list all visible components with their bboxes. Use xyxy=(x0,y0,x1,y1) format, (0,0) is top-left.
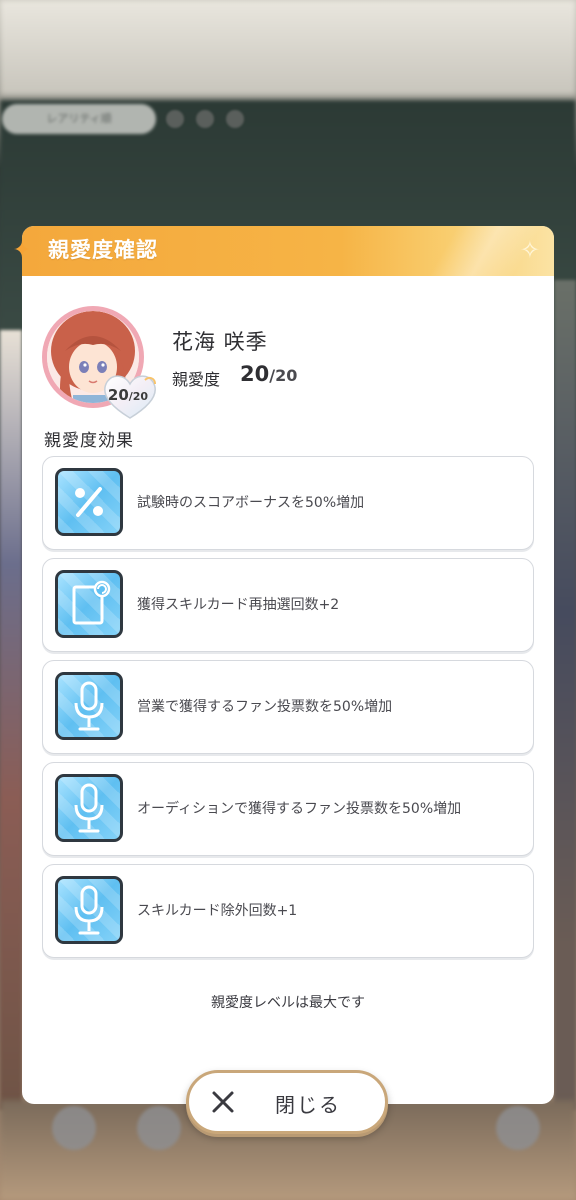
effect-text: スキルカード除外回数+1 xyxy=(137,903,298,919)
effect-card: 試験時のスコアボーナスを50%増加 xyxy=(42,456,534,550)
effect-card: オーディションで獲得するファン投票数を50%増加 xyxy=(42,762,534,856)
background-dot xyxy=(226,110,244,128)
sort-pill-label: レアリティ順 xyxy=(46,112,112,125)
background-right-strip xyxy=(554,280,576,1110)
sparkle-icon: ✧ xyxy=(519,236,540,264)
effect-card: 獲得スキルカード再抽選回数+2 xyxy=(42,558,534,652)
effect-text: オーディションで獲得するファン投票数を50%増加 xyxy=(137,801,462,817)
background-left-strip xyxy=(0,330,22,1110)
max-level-note: 親愛度レベルは最大です xyxy=(211,995,365,1011)
background-top-area xyxy=(0,0,576,95)
microphone-icon xyxy=(55,774,123,842)
affection-badge-text: 20/20 xyxy=(101,386,155,404)
home-icon xyxy=(52,1106,96,1150)
power-icon xyxy=(137,1106,181,1150)
effect-text: 獲得スキルカード再抽選回数+2 xyxy=(137,597,340,613)
affection-dialog: 親愛度確認 ✧ ✦ 20/20 花海 咲季 親愛度 20/20 親愛度効果 試験… xyxy=(13,226,554,1104)
menu-icon xyxy=(496,1106,540,1150)
effect-card: スキルカード除外回数+1 xyxy=(42,864,534,958)
effect-text: 試験時のスコアボーナスを50%増加 xyxy=(137,495,365,511)
affection-heart-badge: 20/20 xyxy=(101,372,159,420)
sort-pill: レアリティ順 xyxy=(2,104,156,134)
badge-value: 20 xyxy=(107,386,129,404)
effect-card: 営業で獲得するファン投票数を50%増加 xyxy=(42,660,534,754)
background-dot xyxy=(196,110,214,128)
microphone-icon xyxy=(55,672,123,740)
effects-section-title: 親愛度効果 xyxy=(44,431,134,451)
microphone-icon xyxy=(55,876,123,944)
character-name: 花海 咲季 xyxy=(172,330,268,354)
affection-max: /20 xyxy=(269,366,298,385)
spark-icon: ✦ xyxy=(12,238,32,263)
close-icon xyxy=(212,1091,234,1113)
effect-text: 営業で獲得するファン投票数を50%増加 xyxy=(137,699,393,715)
close-button[interactable]: 閉じる xyxy=(186,1070,388,1134)
affection-current: 20 xyxy=(240,362,270,386)
close-button-label: 閉じる xyxy=(275,1093,341,1117)
percent-icon xyxy=(55,468,123,536)
affection-label: 親愛度 xyxy=(172,370,221,389)
background-dot xyxy=(166,110,184,128)
badge-max: /20 xyxy=(128,390,149,403)
dialog-header: 親愛度確認 ✧ xyxy=(22,226,554,276)
dialog-title: 親愛度確認 xyxy=(48,238,158,262)
card-refresh-icon xyxy=(55,570,123,638)
affection-value: 20/20 xyxy=(240,362,297,386)
